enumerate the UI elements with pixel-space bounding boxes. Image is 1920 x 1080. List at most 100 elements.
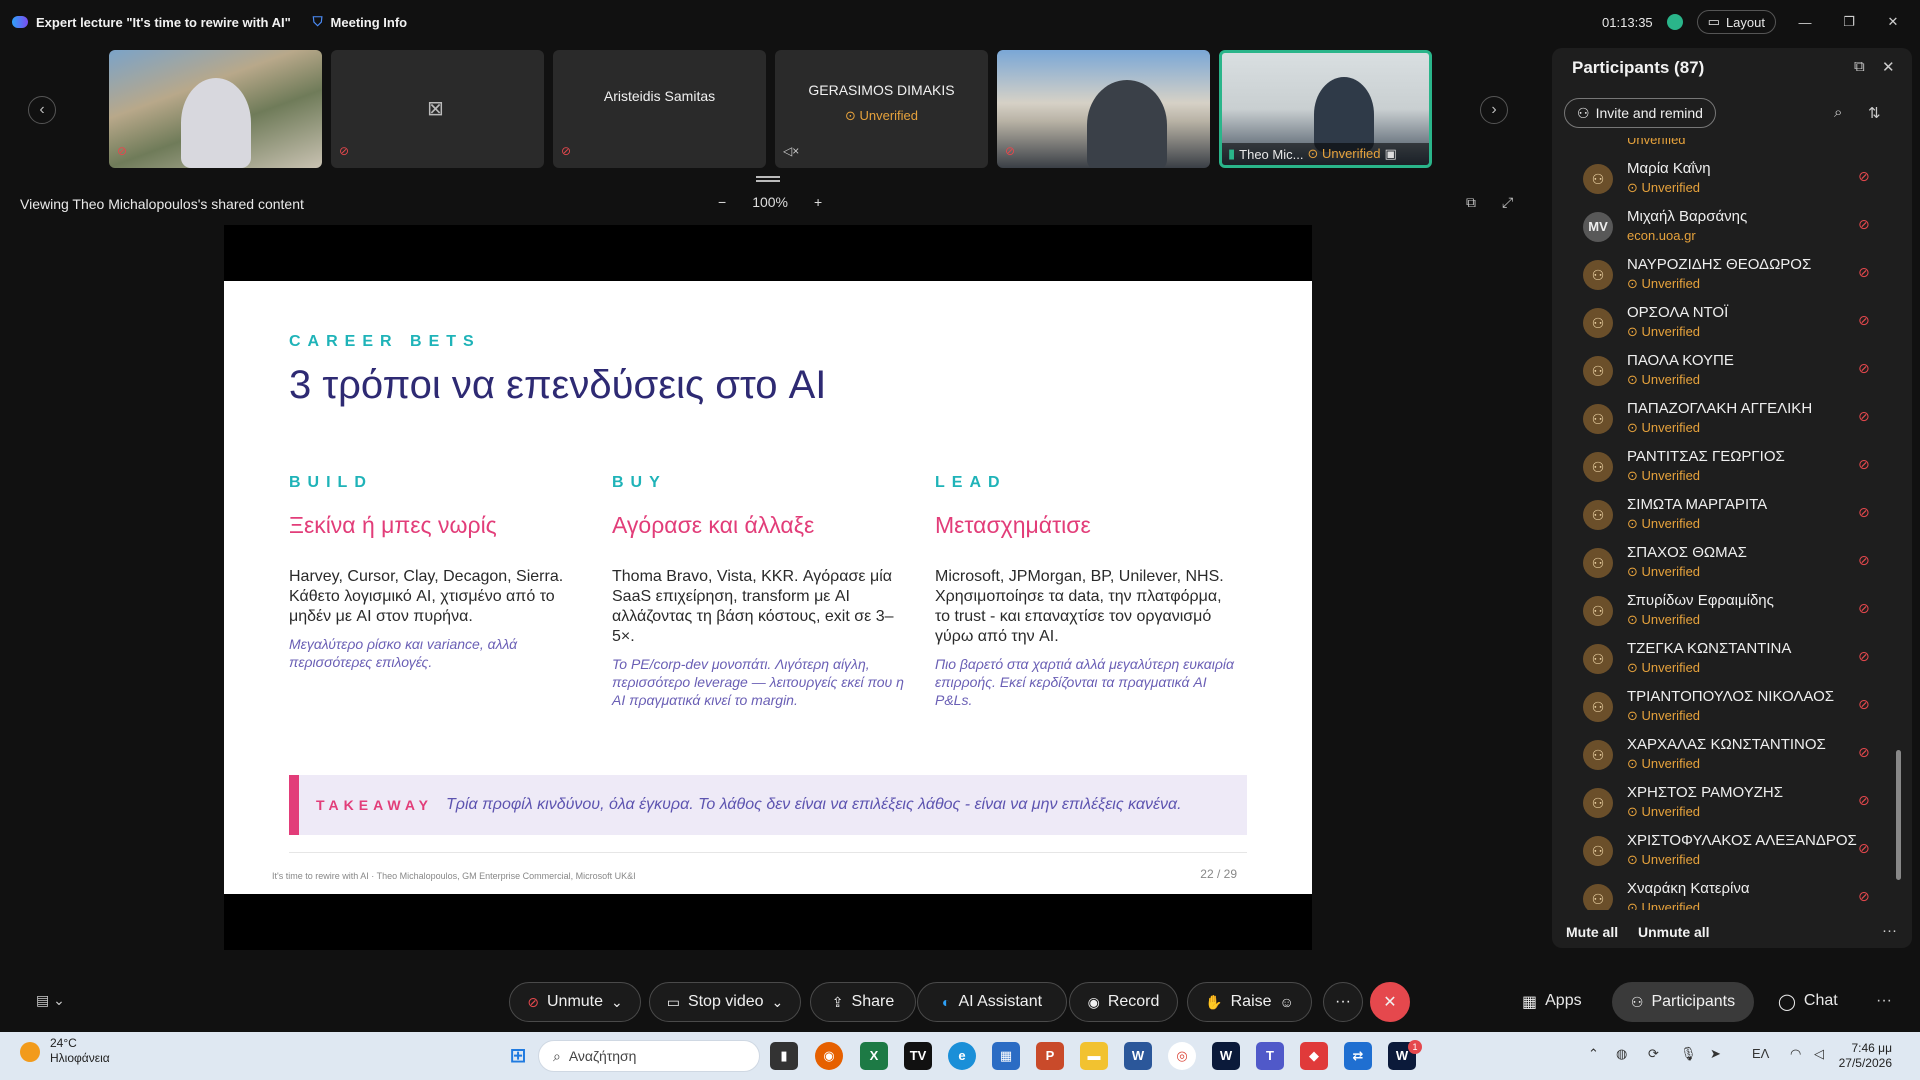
tray-overflow-icon[interactable]: ⌃ bbox=[1588, 1046, 1599, 1062]
strip-resize-handle[interactable] bbox=[756, 176, 780, 182]
raise-hand-button[interactable]: ✋ Raise ☺ bbox=[1187, 982, 1312, 1022]
close-panel-icon[interactable]: ✕ bbox=[1882, 58, 1895, 76]
video-tile[interactable]: GERASIMOS DIMAKIS ⊙ Unverified ◁× bbox=[775, 50, 988, 168]
captions-icon[interactable]: ▤ ⌄ bbox=[36, 992, 65, 1009]
layout-button[interactable]: ▭ Layout bbox=[1696, 10, 1776, 34]
close-window-icon[interactable]: ✕ bbox=[1878, 14, 1908, 30]
ai-assistant-button[interactable]: ◐ AI Assistant bbox=[917, 982, 1067, 1022]
participant-row[interactable]: ⚇ ΧΡΙΣΤΟΦΥΛΑΚΟΣ ΑΛΕΞΑΝΔΡΟΣ ⊙ Unverified ⊘ bbox=[1552, 830, 1892, 878]
video-tile[interactable]: Aristeidis Samitas ⊘ bbox=[553, 50, 766, 168]
powerpoint-icon[interactable]: P bbox=[1036, 1042, 1064, 1070]
teams-icon[interactable]: T bbox=[1256, 1042, 1284, 1070]
participant-row[interactable]: ⚇ ΣΠΑΧΟΣ ΘΩΜΑΣ ⊙ Unverified ⊘ bbox=[1552, 542, 1892, 590]
participant-row[interactable]: ⚇ Σπυρίδων Εφραιμίδης ⊙ Unverified ⊘ bbox=[1552, 590, 1892, 638]
invite-and-remind-button[interactable]: ⚇ Invite and remind bbox=[1564, 98, 1716, 128]
unmute-all-button[interactable]: Unmute all bbox=[1638, 924, 1710, 940]
participant-row[interactable]: ⚇ ΤΡΙΑΝΤΟΠΟΥΛΟΣ ΝΙΚΟΛΑΟΣ ⊙ Unverified ⊘ bbox=[1552, 686, 1892, 734]
participant-row[interactable]: ⚇ ΟΡΣΟΛΑ ΝΤΟΪ ⊙ Unverified ⊘ bbox=[1552, 302, 1892, 350]
more-options-icon[interactable]: ··· bbox=[1882, 922, 1897, 939]
mute-all-button[interactable]: Mute all bbox=[1566, 924, 1618, 940]
volume-icon[interactable]: ◁ bbox=[1814, 1046, 1824, 1062]
mic-muted-icon[interactable]: ⊘ bbox=[1858, 888, 1870, 905]
mic-muted-icon[interactable]: ⊘ bbox=[1858, 600, 1870, 617]
store-icon[interactable]: ▦ bbox=[992, 1042, 1020, 1070]
wifi-icon[interactable]: ◠ bbox=[1790, 1046, 1801, 1062]
video-tile[interactable]: ⊘ bbox=[997, 50, 1210, 168]
file-explorer-icon[interactable]: ▬ bbox=[1080, 1042, 1108, 1070]
mic-muted-icon[interactable]: ⊘ bbox=[1858, 360, 1870, 377]
tradingview-icon[interactable]: TV bbox=[904, 1042, 932, 1070]
taskbar-search[interactable]: ⌕ Αναζήτηση bbox=[538, 1040, 760, 1072]
sort-icon[interactable]: ⇅ bbox=[1868, 104, 1881, 122]
participant-row[interactable]: ⚇ ΝΑΥΡΟΖΙΔΗΣ ΘΕΟΔΩΡΟΣ ⊙ Unverified ⊘ bbox=[1552, 254, 1892, 302]
mic-muted-icon[interactable]: ⊘ bbox=[1858, 312, 1870, 329]
active-speaker-tile[interactable]: ▮ Theo Mic... ⊙ Unverified ▣ bbox=[1219, 50, 1432, 168]
pop-out-share-icon[interactable]: ⧉ bbox=[1466, 194, 1476, 211]
unmute-button[interactable]: ⊘ Unmute ⌄ bbox=[509, 982, 641, 1022]
participant-list-scrollbar[interactable] bbox=[1895, 140, 1901, 910]
teamviewer-icon[interactable]: ⇄ bbox=[1344, 1042, 1372, 1070]
tray-app-icon[interactable]: ◍ bbox=[1616, 1046, 1627, 1062]
column-body: Thoma Bravo, Vista, KKR. Αγόρασε μία Saa… bbox=[612, 568, 894, 645]
chrome-icon[interactable]: ◎ bbox=[1168, 1042, 1196, 1070]
shared-content-area[interactable]: CAREER BETS 3 τρόποι να επενδύσεις στο A… bbox=[224, 225, 1312, 950]
scrollbar-thumb[interactable] bbox=[1896, 750, 1901, 880]
participant-row[interactable]: ⚇ ΤΖΕΓΚΑ ΚΩΝΣΤΑΝΤΙΝΑ ⊙ Unverified ⊘ bbox=[1552, 638, 1892, 686]
weather-widget[interactable]: 24°C Ηλιοφάνεια bbox=[20, 1036, 110, 1066]
participants-button[interactable]: ⚇ Participants bbox=[1612, 982, 1754, 1022]
pop-out-icon[interactable]: ⧉ bbox=[1854, 58, 1865, 75]
mic-muted-icon[interactable]: ⊘ bbox=[1858, 552, 1870, 569]
taskbar-clock[interactable]: 7:46 μμ 27/5/2026 bbox=[1839, 1041, 1892, 1071]
participant-row[interactable]: ⚇ ΣΙΜΩΤΑ ΜΑΡΓΑΡΙΤΑ ⊙ Unverified ⊘ bbox=[1552, 494, 1892, 542]
stop-video-button[interactable]: ▭ Stop video ⌄ bbox=[649, 982, 801, 1022]
chat-button[interactable]: ◯ Chat bbox=[1778, 992, 1838, 1012]
video-tile[interactable]: ⊠ ⊘ bbox=[331, 50, 544, 168]
anydesk-icon[interactable]: ◆ bbox=[1300, 1042, 1328, 1070]
mic-muted-icon[interactable]: ⊘ bbox=[1858, 696, 1870, 713]
participant-row[interactable]: ⚇ ΠΑΠΑΖΟΓΛΑΚΗ ΑΓΓΕΛΙΚΗ ⊙ Unverified ⊘ bbox=[1552, 398, 1892, 446]
minimize-icon[interactable]: — bbox=[1790, 15, 1820, 30]
more-actions-button[interactable]: ··· bbox=[1323, 982, 1363, 1022]
fullscreen-icon[interactable]: ⤢ bbox=[1502, 194, 1513, 211]
task-view-icon[interactable]: ▮ bbox=[770, 1042, 798, 1070]
mic-in-use-icon[interactable]: 🎙 bbox=[1680, 1046, 1697, 1062]
apps-button[interactable]: ▦ Apps bbox=[1522, 992, 1582, 1012]
sync-icon[interactable]: ⟳ bbox=[1648, 1046, 1659, 1062]
share-button[interactable]: ⇪ Share bbox=[810, 982, 916, 1022]
leave-meeting-button[interactable]: ✕ bbox=[1370, 982, 1410, 1022]
meeting-info-button[interactable]: ⛉ Meeting Info bbox=[313, 14, 407, 30]
mic-muted-icon[interactable]: ⊘ bbox=[1858, 744, 1870, 761]
mic-muted-icon[interactable]: ⊘ bbox=[1858, 408, 1870, 425]
participant-row[interactable]: ⚇ ΡΑΝΤΙΤΣΑΣ ΓΕΩΡΓΙΟΣ ⊙ Unverified ⊘ bbox=[1552, 446, 1892, 494]
zoom-out-button[interactable]: − bbox=[718, 194, 726, 210]
restore-icon[interactable]: ❐ bbox=[1834, 14, 1864, 30]
participant-row[interactable]: ⚇ ΧΑΡΧΑΛΑΣ ΚΩΝΣΤΑΝΤΙΝΟΣ ⊙ Unverified ⊘ bbox=[1552, 734, 1892, 782]
mic-muted-icon[interactable]: ⊘ bbox=[1858, 168, 1870, 185]
edge-icon[interactable]: e bbox=[948, 1042, 976, 1070]
mic-muted-icon[interactable]: ⊘ bbox=[1858, 456, 1870, 473]
mic-muted-icon[interactable]: ⊘ bbox=[1858, 264, 1870, 281]
excel-icon[interactable]: X bbox=[860, 1042, 888, 1070]
search-icon[interactable]: ⌕ bbox=[1834, 104, 1842, 121]
participant-row[interactable]: MV Μιχαήλ Βαρσάνης econ.uoa.gr ⊘ bbox=[1552, 206, 1892, 254]
video-tile[interactable]: ⊘ bbox=[109, 50, 322, 168]
participant-row[interactable]: ⚇ ΧΡΗΣΤΟΣ ΡΑΜΟΥΖΗΣ ⊙ Unverified ⊘ bbox=[1552, 782, 1892, 830]
more-options-icon[interactable]: ··· bbox=[1876, 992, 1892, 1010]
location-icon[interactable]: ➤ bbox=[1710, 1046, 1721, 1062]
mic-muted-icon[interactable]: ⊘ bbox=[1858, 648, 1870, 665]
shield-icon: ⛉ bbox=[312, 14, 323, 29]
mic-muted-icon[interactable]: ⊘ bbox=[1858, 840, 1870, 857]
mic-muted-icon[interactable]: ⊘ bbox=[1858, 216, 1870, 233]
zoom-in-button[interactable]: + bbox=[814, 194, 822, 210]
windows-start-icon[interactable]: ⊞ bbox=[504, 1042, 532, 1070]
record-button[interactable]: ◉ Record bbox=[1069, 982, 1178, 1022]
mic-muted-icon[interactable]: ⊘ bbox=[1858, 792, 1870, 809]
firefox-icon[interactable]: ◉ bbox=[815, 1042, 843, 1070]
participant-row[interactable]: ⚇ ΠΑΟΛΑ ΚΟΥΠΕ ⊙ Unverified ⊘ bbox=[1552, 350, 1892, 398]
mic-muted-icon[interactable]: ⊘ bbox=[1858, 504, 1870, 521]
participant-row[interactable]: ⚇ Μαρία Καΐνη ⊙ Unverified ⊘ bbox=[1552, 158, 1892, 206]
input-language[interactable]: ΕΛ bbox=[1752, 1046, 1769, 1061]
webex-icon[interactable]: W bbox=[1212, 1042, 1240, 1070]
word-icon[interactable]: W bbox=[1124, 1042, 1152, 1070]
participant-row[interactable]: ⚇ Χναράκη Κατερίνα ⊙ Unverified ⊘ bbox=[1552, 878, 1892, 910]
